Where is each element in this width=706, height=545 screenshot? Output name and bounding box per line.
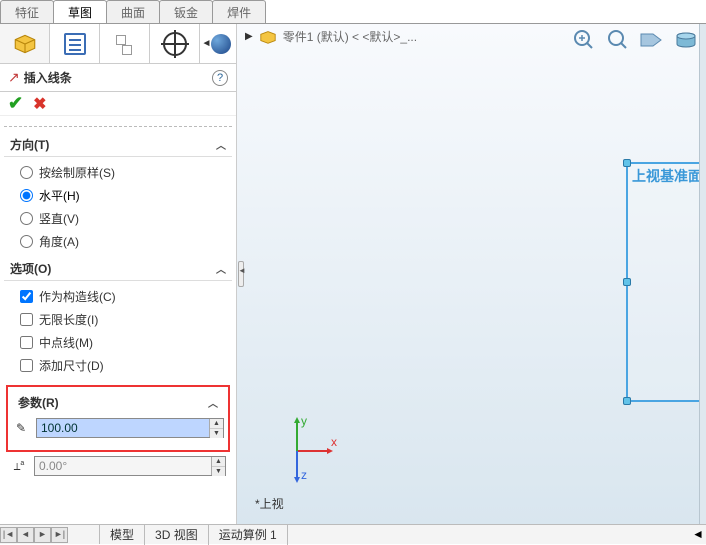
section-view-icon[interactable] xyxy=(638,26,666,54)
property-manager-button[interactable] xyxy=(50,24,100,63)
section-options-header[interactable]: 选项(O)︿ xyxy=(4,257,232,281)
check-midpoint[interactable] xyxy=(20,336,33,349)
check-adddim[interactable] xyxy=(20,359,33,372)
radio-angle[interactable] xyxy=(20,235,33,248)
check-infinite[interactable] xyxy=(20,313,33,326)
angle-icon: ⟂a xyxy=(10,460,28,472)
tab-sheetmetal[interactable]: 钣金 xyxy=(159,0,213,23)
line-tool-icon: ↗ xyxy=(8,69,20,86)
section-params-header[interactable]: 参数(R)︿ xyxy=(12,391,224,414)
help-icon[interactable]: ? xyxy=(212,70,228,86)
view-toolbar xyxy=(570,26,700,54)
radio-horizontal-label: 水平(H) xyxy=(39,187,80,204)
radio-angle-label: 角度(A) xyxy=(39,233,79,250)
ok-button[interactable]: ✔ xyxy=(8,93,23,114)
feature-tree-button[interactable] xyxy=(0,24,50,63)
graphics-viewport[interactable]: ▶ 零件1 (默认) < <默认>_... 上视基准面 x y z xyxy=(237,24,706,524)
svg-text:x: x xyxy=(331,435,337,449)
check-midpoint-label: 中点线(M) xyxy=(39,334,93,351)
angle-field[interactable] xyxy=(35,457,211,475)
command-title: 插入线条 xyxy=(24,69,212,86)
bottom-bar: |◄ ◄ ► ►| 模型 3D 视图 运动算例 1 ◄ xyxy=(0,524,706,544)
tab-sketch[interactable]: 草图 xyxy=(53,0,107,23)
radio-asdrawn-label: 按绘制原样(S) xyxy=(39,164,115,181)
param-length-row: ✎ ▲▼ xyxy=(12,418,224,438)
display-style-icon[interactable] xyxy=(672,26,700,54)
dimxpert-button[interactable] xyxy=(150,24,200,63)
svg-text:z: z xyxy=(301,468,307,482)
handle-mid-left[interactable] xyxy=(623,278,631,286)
length-spinner[interactable]: ▲▼ xyxy=(209,419,223,437)
svg-text:y: y xyxy=(301,414,307,428)
check-construction-label: 作为构造线(C) xyxy=(39,288,116,305)
breadcrumb[interactable]: ▶ 零件1 (默认) < <默认>_... xyxy=(245,28,417,45)
param-angle-row: ⟂a ▲▼ xyxy=(4,456,232,476)
panel-resize-handle[interactable] xyxy=(237,24,245,524)
config-manager-button[interactable] xyxy=(100,24,150,63)
panel-switcher: ◄ xyxy=(0,24,236,64)
breadcrumb-text: 零件1 (默认) < <默认>_... xyxy=(283,28,417,45)
right-edge xyxy=(699,24,706,524)
divider xyxy=(4,126,232,127)
nav-first[interactable]: |◄ xyxy=(0,527,17,543)
angle-spinner[interactable]: ▲▼ xyxy=(211,457,225,475)
length-icon: ✎ xyxy=(12,421,30,435)
section-direction: 按绘制原样(S) 水平(H) 竖直(V) 角度(A) xyxy=(4,157,232,257)
zoom-fit-icon[interactable] xyxy=(570,26,598,54)
handle-bottom-left[interactable] xyxy=(623,397,631,405)
breadcrumb-expand-icon[interactable]: ▶ xyxy=(245,31,253,42)
tab-surface[interactable]: 曲面 xyxy=(106,0,160,23)
section-direction-header[interactable]: 方向(T)︿ xyxy=(4,133,232,157)
command-tabs: 特征 草图 曲面 钣金 焊件 xyxy=(0,0,706,24)
appearance-button[interactable]: ◄ xyxy=(200,24,236,63)
cancel-button[interactable]: ✖ xyxy=(33,94,46,114)
tab-feature[interactable]: 特征 xyxy=(0,0,54,23)
tab-weldment[interactable]: 焊件 xyxy=(212,0,266,23)
radio-vertical[interactable] xyxy=(20,212,33,225)
bottom-tab-3dview[interactable]: 3D 视图 xyxy=(145,524,209,545)
bottom-menu-icon[interactable]: ◄ xyxy=(690,527,706,543)
highlighted-params: 参数(R)︿ ✎ ▲▼ xyxy=(6,385,230,452)
section-options: 作为构造线(C) 无限长度(I) 中点线(M) 添加尺寸(D) xyxy=(4,281,232,381)
command-header: ↗ 插入线条 ? xyxy=(0,64,236,92)
coordinate-axes: x y z xyxy=(277,431,337,494)
sketch-rectangle[interactable]: 上视基准面 xyxy=(626,162,706,402)
handle-top-left[interactable] xyxy=(623,159,631,167)
check-adddim-label: 添加尺寸(D) xyxy=(39,357,104,374)
view-label: *上视 xyxy=(255,495,284,512)
zoom-area-icon[interactable] xyxy=(604,26,632,54)
bottom-tab-model[interactable]: 模型 xyxy=(100,524,145,545)
plane-label: 上视基准面 xyxy=(632,166,702,186)
confirm-cancel-row: ✔ ✖ xyxy=(0,92,236,116)
radio-horizontal[interactable] xyxy=(20,189,33,202)
nav-next[interactable]: ► xyxy=(34,527,51,543)
property-manager: ◄ ↗ 插入线条 ? ✔ ✖ 方向(T)︿ 按绘制原样(S) 水平(H) 竖直(… xyxy=(0,24,237,524)
length-field[interactable] xyxy=(37,419,209,437)
radio-asdrawn[interactable] xyxy=(20,166,33,179)
radio-vertical-label: 竖直(V) xyxy=(39,210,79,227)
bottom-tab-motion1[interactable]: 运动算例 1 xyxy=(209,524,288,545)
motion-nav: |◄ ◄ ► ►| xyxy=(0,525,100,544)
angle-input[interactable]: ▲▼ xyxy=(34,456,226,476)
nav-last[interactable]: ►| xyxy=(51,527,68,543)
check-construction[interactable] xyxy=(20,290,33,303)
check-infinite-label: 无限长度(I) xyxy=(39,311,98,328)
nav-prev[interactable]: ◄ xyxy=(17,527,34,543)
length-input[interactable]: ▲▼ xyxy=(36,418,224,438)
